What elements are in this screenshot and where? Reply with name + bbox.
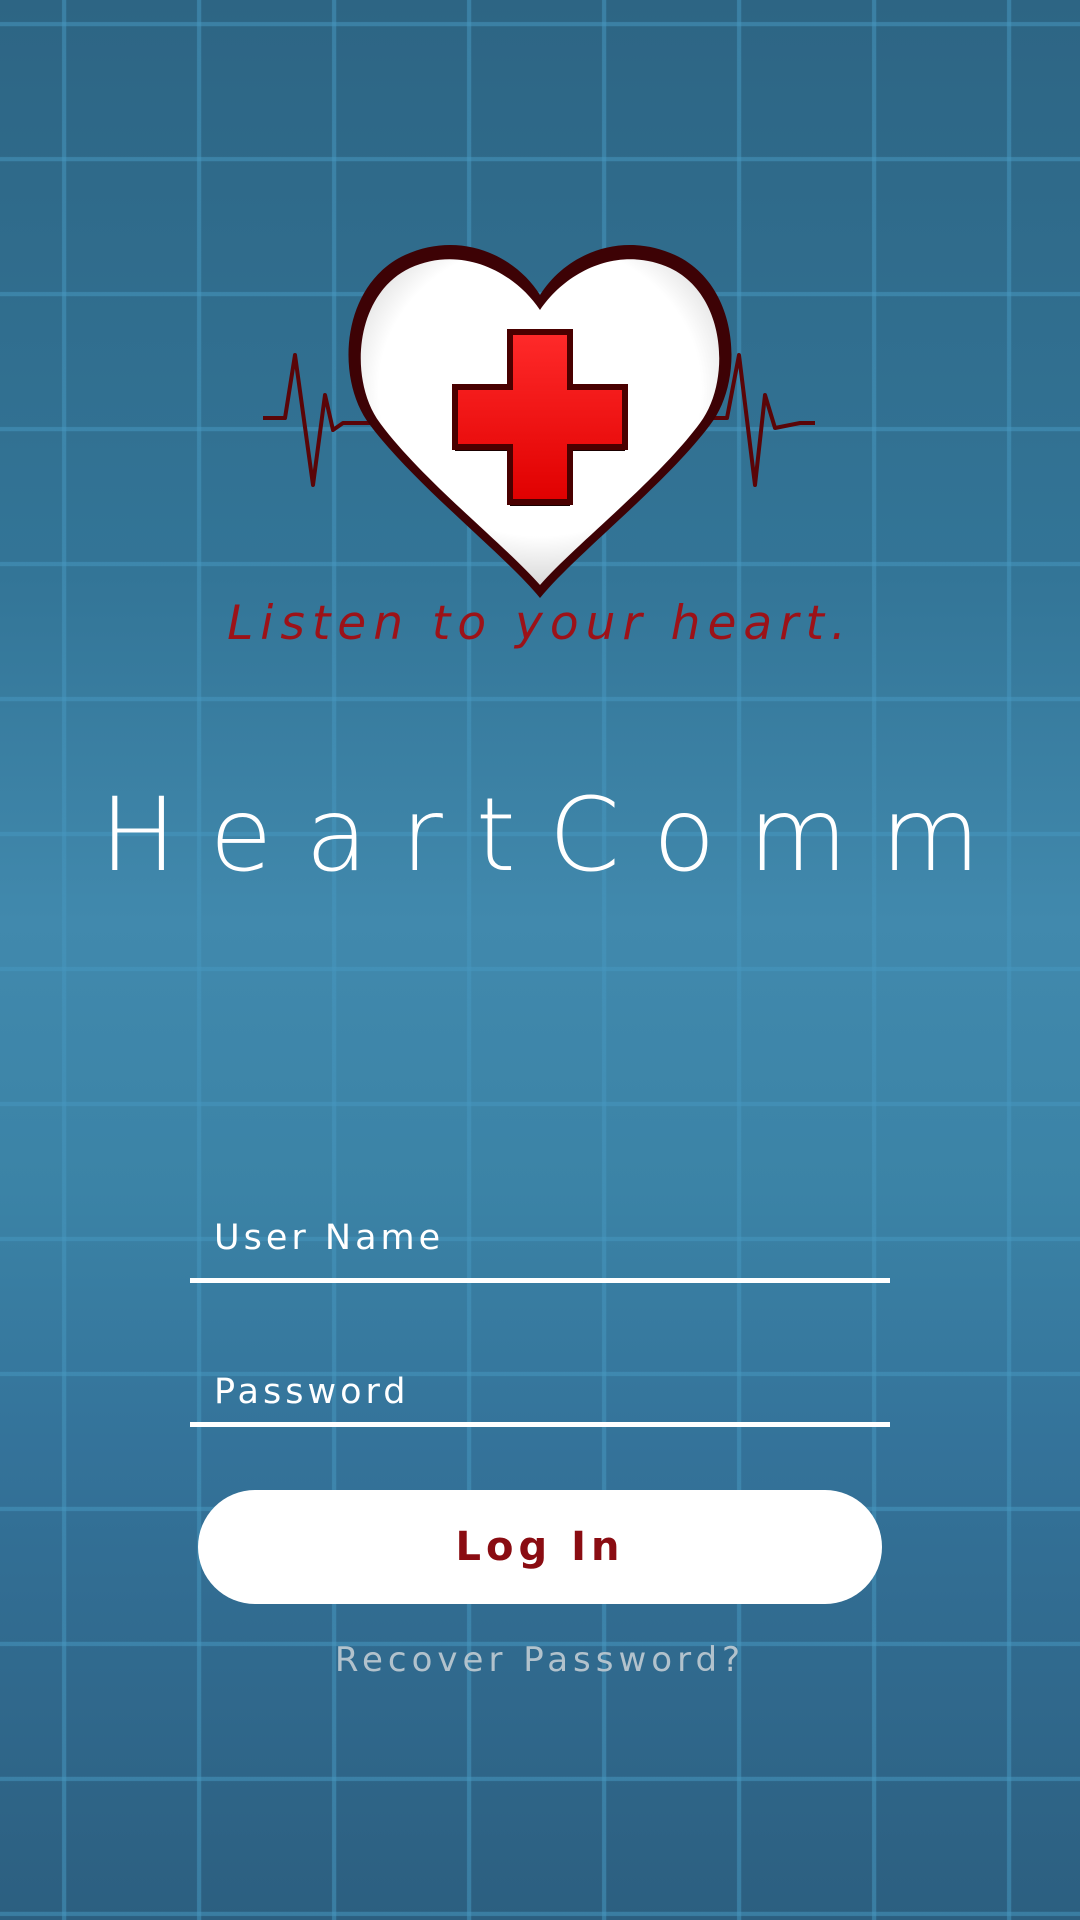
- password-field: [190, 1350, 890, 1427]
- username-input[interactable]: [190, 1188, 890, 1278]
- app-title: HeartComm: [99, 776, 1014, 895]
- login-screen: Listen to your heart. HeartComm Log In R…: [0, 0, 1080, 1920]
- username-field: [190, 1188, 890, 1283]
- recover-password-link[interactable]: Recover Password?: [0, 1640, 1080, 1680]
- heart-cross-logo-icon: [263, 244, 815, 598]
- password-input[interactable]: [190, 1350, 890, 1422]
- app-tagline: Listen to your heart.: [227, 596, 853, 651]
- login-button[interactable]: Log In: [198, 1490, 882, 1604]
